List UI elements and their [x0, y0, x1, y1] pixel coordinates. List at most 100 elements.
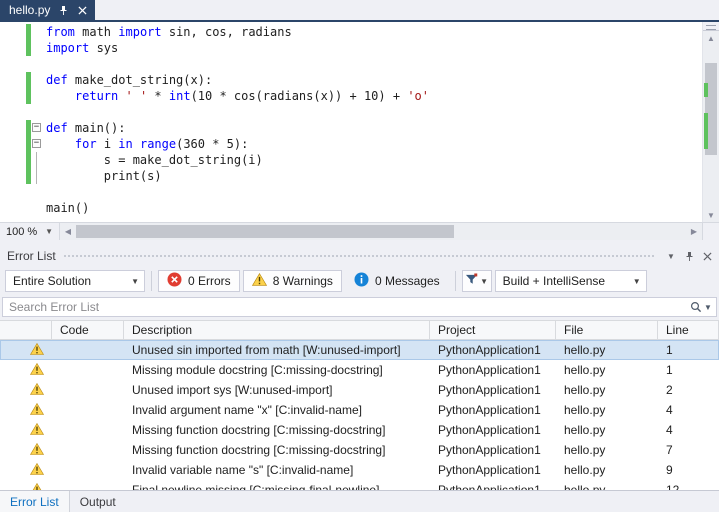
column-severity[interactable]	[0, 321, 52, 339]
scope-dropdown-value: Entire Solution	[13, 274, 92, 288]
code-line[interactable]: print(s)	[0, 168, 702, 184]
line-cell: 4	[666, 403, 673, 417]
error-row[interactable]: Missing function docstring [C:missing-do…	[0, 420, 719, 440]
project-cell: PythonApplication1	[438, 343, 541, 357]
scope-dropdown[interactable]: Entire Solution ▼	[5, 270, 145, 292]
document-tabbar: hello.py	[0, 0, 719, 22]
source-dropdown[interactable]: Build + IntelliSense ▼	[494, 270, 647, 292]
warning-icon	[29, 422, 45, 438]
tab-hello-py[interactable]: hello.py	[0, 0, 96, 20]
error-row[interactable]: Unused sin imported from math [W:unused-…	[0, 340, 719, 360]
file-cell: hello.py	[564, 363, 606, 377]
error-icon	[167, 272, 182, 290]
filter-button[interactable]: ▼	[461, 270, 492, 292]
change-mark	[704, 113, 708, 149]
warning-icon	[29, 362, 45, 378]
hscrollbar-thumb[interactable]	[76, 225, 455, 238]
file-cell: hello.py	[564, 423, 606, 437]
code-line[interactable]	[0, 56, 702, 72]
scrollbar-track[interactable]	[703, 45, 719, 208]
line-cell: 12	[666, 483, 680, 490]
pin-icon[interactable]	[57, 4, 69, 16]
collapse-icon[interactable]: −	[32, 139, 41, 148]
severity-cell	[0, 340, 52, 360]
info-icon	[354, 272, 369, 290]
hscrollbar-track[interactable]	[76, 223, 686, 240]
error-list-toolbar: Entire Solution ▼ 0 Errors 8 Warnings 0 …	[0, 266, 719, 296]
scroll-down-icon[interactable]: ▼	[703, 208, 719, 222]
code-line[interactable]: import sys	[0, 40, 702, 56]
horizontal-scrollbar[interactable]: ◀ ▶	[60, 223, 702, 240]
project-cell: PythonApplication1	[438, 403, 541, 417]
fold-margin	[31, 72, 46, 88]
fold-margin[interactable]: −	[31, 120, 46, 136]
scrollbar-corner	[702, 223, 719, 240]
warning-icon	[29, 382, 45, 398]
error-row[interactable]: Unused import sys [W:unused-import] Pytho…	[0, 380, 719, 400]
code-cell	[52, 360, 124, 380]
tab-error-list[interactable]: Error List	[0, 491, 70, 512]
code-line[interactable]: from math import sin, cos, radians	[0, 24, 702, 40]
code-line[interactable]	[0, 184, 702, 200]
error-row[interactable]: Invalid variable name "s" [C:invalid-nam…	[0, 460, 719, 480]
tab-output[interactable]: Output	[70, 491, 126, 512]
code-area[interactable]: from math import sin, cos, radians import…	[0, 22, 702, 222]
warning-icon	[29, 462, 45, 478]
column-code[interactable]: Code	[52, 321, 124, 339]
window-position-icon[interactable]: ▼	[663, 249, 679, 264]
severity-cell	[0, 400, 52, 420]
close-icon[interactable]	[76, 4, 88, 16]
split-grip-icon[interactable]	[703, 22, 719, 31]
code-cell	[52, 460, 124, 480]
scroll-right-icon[interactable]: ▶	[686, 223, 702, 240]
code-line[interactable]: − for i in range(360 * 5):	[0, 136, 702, 152]
search-input[interactable]	[3, 300, 686, 314]
code-text: def main():	[46, 121, 126, 135]
error-row[interactable]: Invalid argument name "x" [C:invalid-nam…	[0, 400, 719, 420]
panel-titlebar[interactable]: Error List ▼	[0, 246, 719, 266]
close-icon[interactable]	[699, 249, 715, 264]
description-cell: Invalid variable name "s" [C:invalid-nam…	[132, 463, 354, 477]
messages-count-label: 0 Messages	[374, 274, 440, 288]
code-line[interactable]: s = make_dot_string(i)	[0, 152, 702, 168]
collapse-icon[interactable]: −	[32, 123, 41, 132]
column-line[interactable]: Line	[658, 321, 719, 339]
search-box[interactable]: ▼	[2, 297, 717, 317]
code-text: from math import sin, cos, radians	[46, 25, 292, 39]
line-cell: 1	[666, 363, 673, 377]
errors-toggle-button[interactable]: 0 Errors	[158, 270, 240, 292]
code-line[interactable]: def make_dot_string(x):	[0, 72, 702, 88]
fold-margin	[31, 104, 46, 120]
description-cell: Unused import sys [W:unused-import]	[132, 383, 333, 397]
warning-icon	[29, 342, 45, 358]
project-cell: PythonApplication1	[438, 423, 541, 437]
code-line[interactable]: main()	[0, 200, 702, 216]
scroll-left-icon[interactable]: ◀	[60, 223, 76, 240]
zoom-select[interactable]: 100 % ▼	[0, 223, 60, 240]
warnings-toggle-button[interactable]: 8 Warnings	[242, 270, 342, 292]
column-file[interactable]: File	[556, 321, 658, 339]
code-line[interactable]: return ' ' * int(10 * cos(radians(x)) + …	[0, 88, 702, 104]
pin-icon[interactable]	[681, 249, 697, 264]
messages-toggle-button[interactable]: 0 Messages	[345, 270, 449, 292]
vertical-scrollbar[interactable]: ▲ ▼	[702, 22, 719, 222]
warnings-count-label: 8 Warnings	[272, 274, 333, 288]
scroll-up-icon[interactable]: ▲	[703, 31, 719, 45]
line-cell: 1	[666, 343, 673, 357]
chevron-down-icon: ▼	[131, 276, 139, 286]
error-row[interactable]: Missing module docstring [C:missing-docs…	[0, 360, 719, 380]
error-row[interactable]: Final newline missing [C:missing-final-n…	[0, 480, 719, 490]
file-cell: hello.py	[564, 483, 606, 490]
column-project[interactable]: Project	[430, 321, 556, 339]
code-text: for i in range(360 * 5):	[74, 137, 249, 151]
line-cell: 2	[666, 383, 673, 397]
code-line[interactable]	[0, 104, 702, 120]
code-line[interactable]: − def main():	[0, 120, 702, 136]
tool-window-tabbar: Error List Output	[0, 490, 719, 512]
column-description[interactable]: Description	[124, 321, 430, 339]
line-cell: 9	[666, 463, 673, 477]
code-text: print(s)	[46, 169, 162, 183]
search-icon[interactable]: ▼	[686, 301, 716, 313]
error-row[interactable]: Missing function docstring [C:missing-do…	[0, 440, 719, 460]
fold-margin[interactable]: −	[31, 136, 46, 152]
